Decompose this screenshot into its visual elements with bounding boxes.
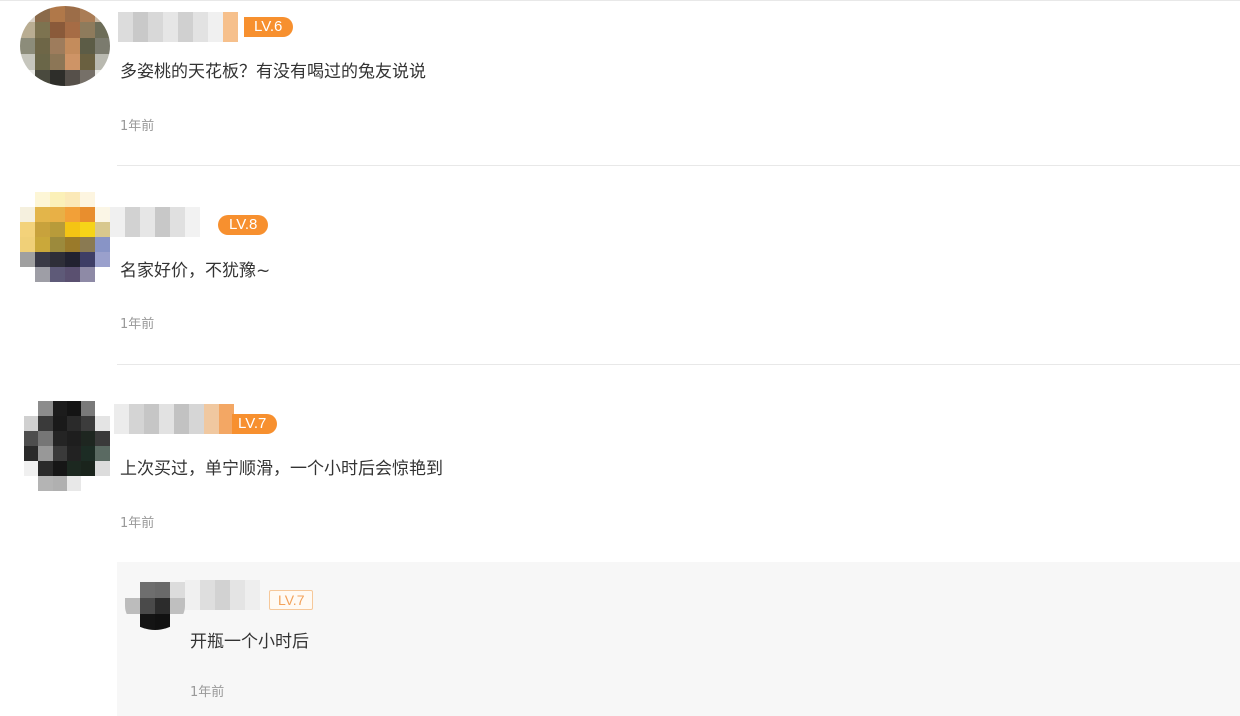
user-avatar[interactable] <box>20 6 110 86</box>
username-blurred[interactable] <box>110 207 200 237</box>
username-blurred[interactable] <box>118 12 238 42</box>
level-badge: LV.7 <box>232 414 278 434</box>
comment-list: LV.6 多姿桃的天花板？有没有喝过的兔友说说 1年前 LV.8 名家好价，不犹… <box>0 0 1240 716</box>
reply-username-blurred[interactable] <box>185 580 260 610</box>
user-avatar[interactable] <box>20 192 110 282</box>
comment-time: 1年前 <box>120 516 155 531</box>
level-badge: LV.6 <box>244 17 294 37</box>
comment-text: 多姿桃的天花板？有没有喝过的兔友说说 <box>120 62 426 82</box>
comment-text: 名家好价，不犹豫~ <box>120 261 271 281</box>
reply-text: 开瓶一个小时后 <box>190 632 309 652</box>
comment-text: 上次买过，单宁顺滑，一个小时后会惊艳到 <box>120 459 443 479</box>
user-avatar[interactable] <box>24 401 110 491</box>
comment-divider <box>117 364 1240 365</box>
username-blurred[interactable] <box>114 404 234 434</box>
comment-time: 1年前 <box>120 119 155 134</box>
reply-time: 1年前 <box>190 685 225 700</box>
reply-user-avatar[interactable] <box>125 582 185 630</box>
level-badge: LV.8 <box>218 215 269 235</box>
comment-time: 1年前 <box>120 317 155 332</box>
top-divider <box>0 0 1240 1</box>
reply-level-badge: LV.7 <box>269 590 314 610</box>
comment-divider <box>117 165 1240 166</box>
reply-container: LV.7 开瓶一个小时后 1年前 <box>117 562 1240 716</box>
